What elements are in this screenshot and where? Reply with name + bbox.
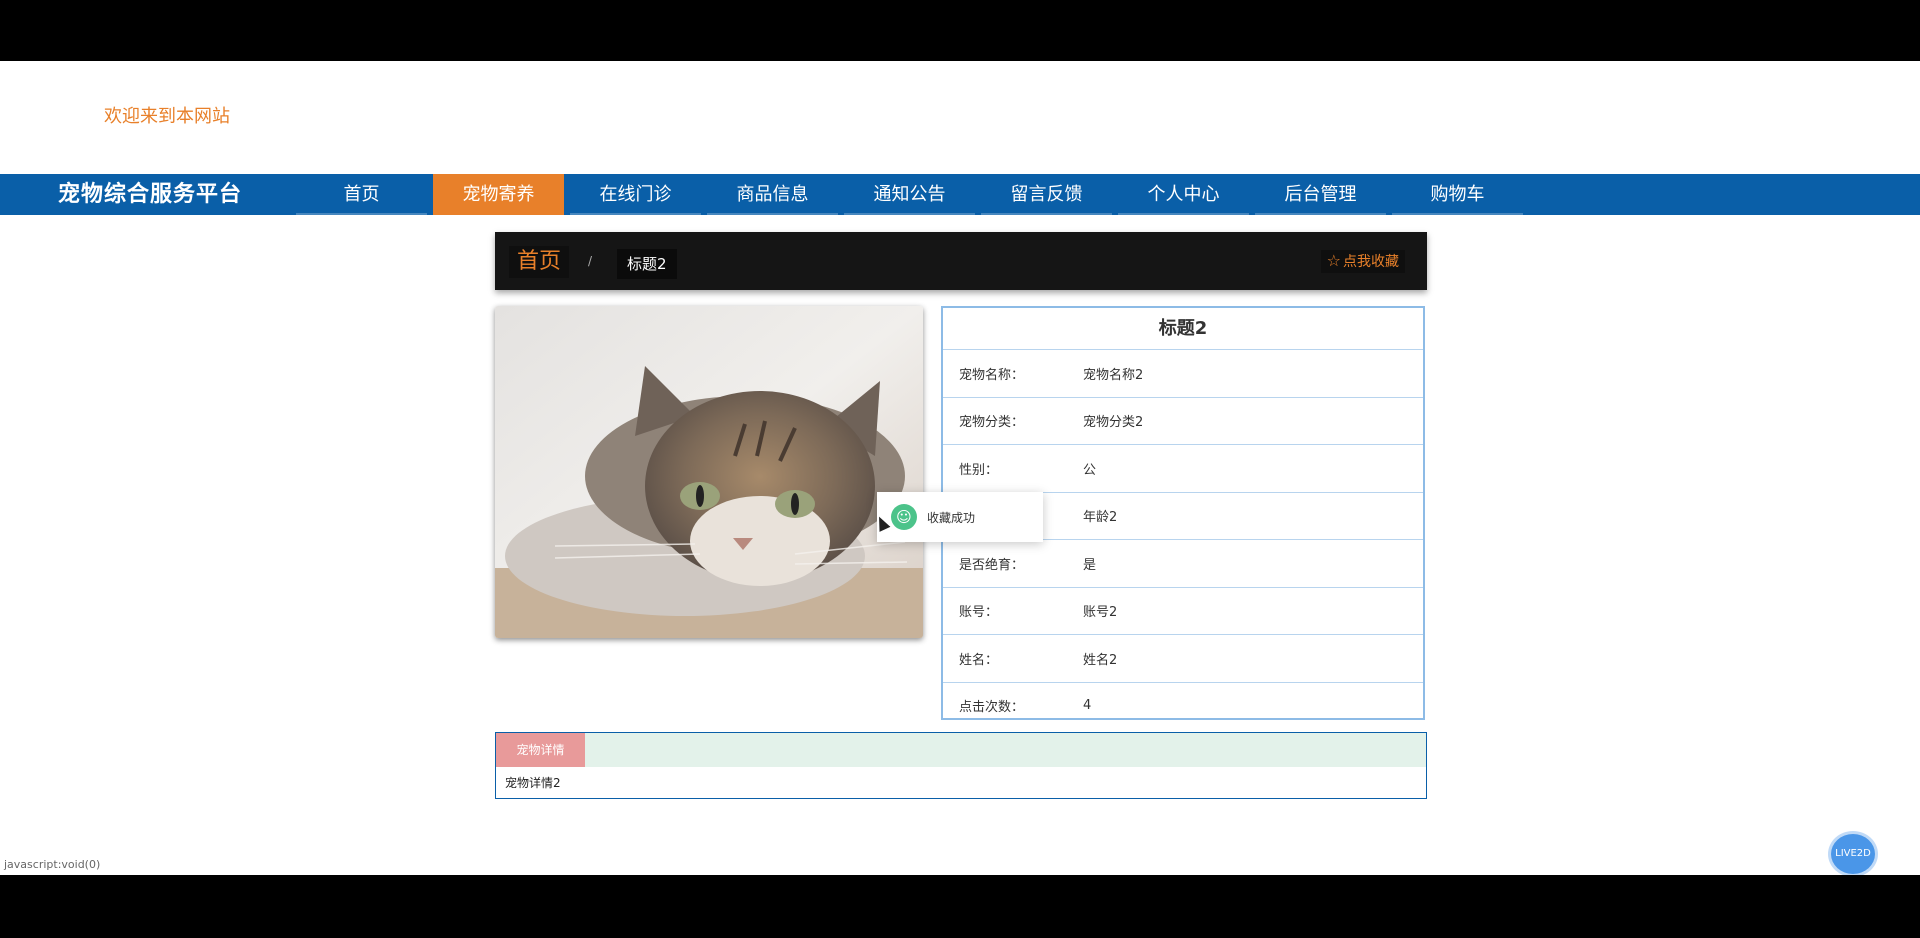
star-icon: ☆ [1326, 251, 1341, 270]
live2d-widget-button[interactable]: LIVE2D [1831, 834, 1875, 874]
info-row-neutered: 是否绝育： 是 [943, 540, 1423, 588]
breadcrumb-home-link[interactable]: 首页 [509, 246, 570, 278]
info-value: 是 [1083, 557, 1097, 573]
nav-item-announcements[interactable]: 通知公告 [844, 174, 975, 215]
nav-item-pet-boarding[interactable]: 宠物寄养 [433, 174, 564, 215]
pet-detail-section: 宠物详情 宠物详情2 [495, 732, 1427, 799]
info-row-click-count: 点击次数： 4 [943, 683, 1423, 730]
pet-photo [495, 306, 923, 638]
favorite-label: 点我收藏 [1343, 254, 1399, 270]
tab-pet-detail[interactable]: 宠物详情 [496, 733, 585, 767]
breadcrumb-separator: / [588, 254, 593, 268]
detail-text: 宠物详情2 [505, 776, 561, 790]
welcome-text: 欢迎来到本网站 [104, 106, 230, 127]
info-row-account: 账号： 账号2 [943, 588, 1423, 635]
info-value: 公 [1083, 462, 1097, 478]
info-value: 宠物名称2 [1083, 367, 1144, 383]
info-value: 4 [1083, 698, 1092, 714]
nav-item-online-clinic[interactable]: 在线门诊 [570, 174, 701, 215]
breadcrumb: 首页 / 标题2 ☆ 点我收藏 [495, 232, 1427, 290]
nav-item-home[interactable]: 首页 [296, 174, 427, 215]
info-label: 点击次数： [959, 700, 1025, 716]
info-value: 账号2 [1083, 605, 1118, 621]
info-value: 年龄2 [1083, 510, 1118, 526]
site-brand[interactable]: 宠物综合服务平台 [0, 174, 262, 215]
info-row-pet-name: 宠物名称： 宠物名称2 [943, 350, 1423, 398]
nav-item-feedback[interactable]: 留言反馈 [981, 174, 1112, 215]
page: 欢迎来到本网站 宠物综合服务平台 首页 宠物寄养 在线门诊 商品信息 通知公告 … [0, 61, 1920, 875]
info-row-name: 姓名： 姓名2 [943, 635, 1423, 683]
info-value: 宠物分类2 [1083, 415, 1144, 431]
nav-item-products[interactable]: 商品信息 [707, 174, 838, 215]
nav-item-admin[interactable]: 后台管理 [1255, 174, 1386, 215]
nav-item-cart[interactable]: 购物车 [1392, 174, 1523, 215]
info-label: 账号： [959, 605, 999, 621]
info-label: 姓名： [959, 652, 999, 668]
info-title: 标题2 [943, 308, 1423, 350]
status-bar-url: javascript:void(0) [4, 858, 101, 871]
info-label: 性别： [959, 462, 999, 478]
toast-text: 收藏成功 [927, 510, 976, 525]
info-value: 姓名2 [1083, 652, 1118, 668]
nav-item-profile[interactable]: 个人中心 [1118, 174, 1249, 215]
breadcrumb-current: 标题2 [617, 249, 677, 279]
cat-photo-image [495, 306, 923, 638]
toast-message: ☺ 收藏成功 [877, 492, 1043, 542]
info-row-gender: 性别： 公 [943, 445, 1423, 493]
info-row-pet-category: 宠物分类： 宠物分类2 [943, 398, 1423, 445]
detail-tabbar: 宠物详情 [496, 733, 1426, 767]
favorite-button[interactable]: ☆ 点我收藏 [1320, 250, 1405, 273]
info-label: 宠物分类： [959, 415, 1025, 431]
smile-icon: ☺ [891, 504, 917, 530]
top-nav: 宠物综合服务平台 首页 宠物寄养 在线门诊 商品信息 通知公告 留言反馈 个人中… [0, 174, 1920, 215]
info-label: 是否绝育： [959, 557, 1025, 573]
info-label: 宠物名称： [959, 367, 1025, 383]
